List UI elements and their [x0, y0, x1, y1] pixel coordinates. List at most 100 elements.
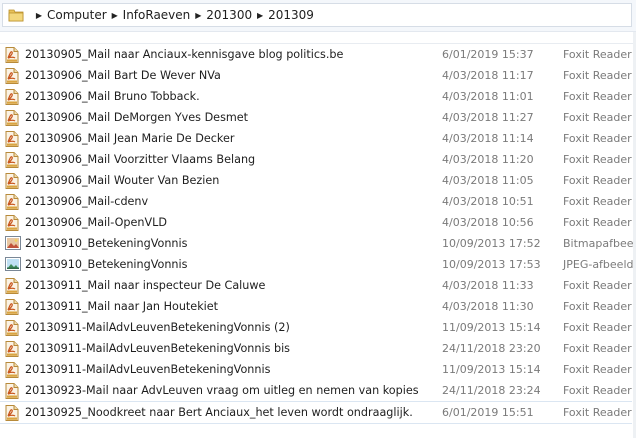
file-row[interactable]: 20130906_Mail-OpenVLD 4/03/2018 10:56 Fo… [0, 212, 636, 233]
file-row[interactable]: 20130910_BetekeningVonnis 10/09/2013 17:… [0, 233, 636, 254]
file-name: 20130923-Mail naar AdvLeuven vraag om ui… [25, 384, 419, 397]
breadcrumb-item-inforaeven[interactable]: InfoRaeven [123, 8, 191, 22]
address-box[interactable]: ▶ Computer ▶ InfoRaeven ▶ 201300 ▶ 20130… [2, 3, 632, 27]
file-date-modified: 4/03/2018 11:17 [442, 69, 534, 82]
folder-icon [5, 4, 27, 26]
file-date-modified: 4/03/2018 11:01 [442, 90, 534, 103]
pdf-file-icon [5, 47, 19, 63]
file-date-modified: 4/03/2018 11:30 [442, 300, 534, 313]
file-name: 20130911_Mail naar inspecteur De Caluwe [25, 279, 266, 292]
breadcrumb-item-computer[interactable]: Computer [47, 8, 107, 22]
pdf-file-icon [5, 320, 19, 336]
file-type: Foxit Reader [563, 279, 632, 292]
file-row[interactable]: 20130911-MailAdvLeuvenBetekeningVonnis (… [0, 317, 636, 338]
file-date-modified: 6/01/2019 15:37 [442, 48, 534, 61]
address-bar: ▶ Computer ▶ InfoRaeven ▶ 201300 ▶ 20130… [0, 0, 636, 32]
file-row[interactable]: 20130925_Noodkreet naar Bert Anciaux_het… [0, 401, 632, 424]
file-type: Foxit Reader [563, 321, 632, 334]
file-type: Foxit Reader [563, 363, 632, 376]
file-date-modified: 4/03/2018 11:33 [442, 279, 534, 292]
file-type: Foxit Reader [563, 132, 632, 145]
image-file-icon [5, 257, 21, 273]
breadcrumb-arrow-icon[interactable]: ▶ [254, 11, 266, 20]
file-row[interactable]: 20130923-Mail naar AdvLeuven vraag om ui… [0, 380, 636, 401]
file-date-modified: 4/03/2018 11:05 [442, 174, 534, 187]
file-row[interactable]: 20130906_Mail Wouter Van Bezien 4/03/201… [0, 170, 636, 191]
file-name: 20130911-MailAdvLeuvenBetekeningVonnis [25, 363, 271, 376]
pdf-file-icon [5, 299, 19, 315]
file-name: 20130911_Mail naar Jan Houtekiet [25, 300, 219, 313]
file-row[interactable]: 20130911_Mail naar Jan Houtekiet 4/03/20… [0, 296, 636, 317]
file-type: Foxit Reader [563, 216, 632, 229]
file-name: 20130906_Mail Bruno Tobback. [25, 90, 200, 103]
breadcrumb-item-201309[interactable]: 201309 [268, 8, 314, 22]
pdf-file-icon [5, 89, 19, 105]
file-name: 20130911-MailAdvLeuvenBetekeningVonnis b… [25, 342, 291, 355]
file-list: 20130905_Mail naar Anciaux-kennisgave bl… [0, 43, 636, 424]
file-row[interactable]: 20130905_Mail naar Anciaux-kennisgave bl… [0, 44, 636, 65]
file-type: Foxit Reader [563, 342, 632, 355]
pdf-file-icon [5, 278, 19, 294]
pdf-file-icon [5, 152, 19, 168]
file-name: 20130906_Mail Wouter Van Bezien [25, 174, 220, 187]
file-date-modified: 24/11/2018 23:20 [442, 342, 541, 355]
file-type: Foxit Reader [563, 153, 632, 166]
file-name: 20130910_BetekeningVonnis [25, 258, 188, 271]
file-name: 20130906_Mail Jean Marie De Decker [25, 132, 235, 145]
file-date-modified: 4/03/2018 10:56 [442, 216, 534, 229]
pdf-file-icon [5, 194, 19, 210]
breadcrumb-arrow-icon[interactable]: ▶ [33, 11, 45, 20]
file-type: Foxit Reader [563, 111, 632, 124]
file-name: 20130905_Mail naar Anciaux-kennisgave bl… [25, 48, 344, 61]
pdf-file-icon [5, 110, 19, 126]
image-file-icon [5, 236, 21, 252]
file-type: Foxit Reader [563, 69, 632, 82]
file-row[interactable]: 20130910_BetekeningVonnis 10/09/2013 17:… [0, 254, 636, 275]
file-row[interactable]: 20130911-MailAdvLeuvenBetekeningVonnis b… [0, 338, 636, 359]
file-date-modified: 24/11/2018 23:24 [442, 384, 541, 397]
file-date-modified: 4/03/2018 11:27 [442, 111, 534, 124]
file-name: 20130906_Mail-OpenVLD [25, 216, 167, 229]
file-type: Foxit Reader [563, 406, 632, 419]
pdf-file-icon [5, 173, 19, 189]
file-row[interactable]: 20130906_Mail Jean Marie De Decker 4/03/… [0, 128, 636, 149]
file-name: 20130906_Mail DeMorgen Yves Desmet [25, 111, 249, 124]
file-date-modified: 4/03/2018 11:14 [442, 132, 534, 145]
file-type: Foxit Reader [563, 195, 632, 208]
file-row[interactable]: 20130906_Mail Bart De Wever NVa 4/03/201… [0, 65, 636, 86]
file-type: Foxit Reader [563, 48, 632, 61]
file-name: 20130906_Mail-cdenv [25, 195, 149, 208]
pdf-file-icon [5, 341, 19, 357]
file-type: Foxit Reader [563, 174, 632, 187]
pdf-file-icon [5, 362, 19, 378]
file-row[interactable]: 20130911_Mail naar inspecteur De Caluwe … [0, 275, 636, 296]
file-date-modified: 4/03/2018 10:51 [442, 195, 534, 208]
file-row[interactable]: 20130906_Mail Bruno Tobback. 4/03/2018 1… [0, 86, 636, 107]
breadcrumb-arrow-icon[interactable]: ▶ [192, 11, 204, 20]
file-type: Foxit Reader [563, 90, 632, 103]
file-name: 20130910_BetekeningVonnis [25, 237, 188, 250]
file-date-modified: 10/09/2013 17:52 [442, 237, 541, 250]
file-name: 20130911-MailAdvLeuvenBetekeningVonnis (… [25, 321, 290, 334]
file-name: 20130925_Noodkreet naar Bert Anciaux_het… [25, 406, 413, 419]
file-type: JPEG-afbeeld [563, 258, 634, 271]
file-date-modified: 6/01/2019 15:51 [442, 406, 534, 419]
pdf-file-icon [5, 405, 19, 421]
file-row[interactable]: 20130906_Mail Voorzitter Vlaams Belang 4… [0, 149, 636, 170]
breadcrumb-item-201300[interactable]: 201300 [206, 8, 252, 22]
pdf-file-icon [5, 215, 19, 231]
file-date-modified: 4/03/2018 11:20 [442, 153, 534, 166]
file-date-modified: 10/09/2013 17:53 [442, 258, 541, 271]
file-row[interactable]: 20130906_Mail DeMorgen Yves Desmet 4/03/… [0, 107, 636, 128]
file-name: 20130906_Mail Bart De Wever NVa [25, 69, 221, 82]
file-type: Foxit Reader [563, 300, 632, 313]
file-date-modified: 11/09/2013 15:14 [442, 363, 541, 376]
file-row[interactable]: 20130906_Mail-cdenv 4/03/2018 10:51 Foxi… [0, 191, 636, 212]
pdf-file-icon [5, 131, 19, 147]
file-name: 20130906_Mail Voorzitter Vlaams Belang [25, 153, 256, 166]
breadcrumb-arrow-icon[interactable]: ▶ [109, 11, 121, 20]
file-date-modified: 11/09/2013 15:14 [442, 321, 541, 334]
file-type: Foxit Reader [563, 384, 632, 397]
file-row[interactable]: 20130911-MailAdvLeuvenBetekeningVonnis 1… [0, 359, 636, 380]
pdf-file-icon [5, 383, 19, 399]
